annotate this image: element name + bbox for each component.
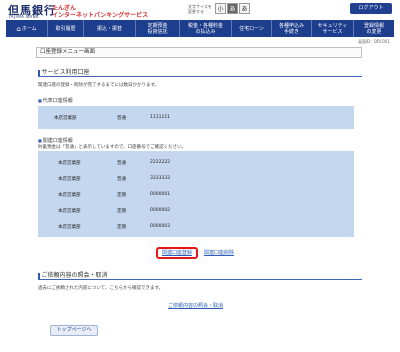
nav-label: 定期預金 投資信託 xyxy=(147,22,168,35)
top-page-button[interactable]: トップページへ xyxy=(50,325,98,336)
nav-item-home[interactable]: ⌂ ホーム xyxy=(6,20,48,37)
service-description: 関連口座の登録・削除が完了するまでには数日かかります。 xyxy=(38,83,160,88)
related-account-branch: 本店営業部 xyxy=(58,161,81,166)
nav-label: 各種申込み 手続き xyxy=(278,22,304,35)
nav-label: 登録情報 の変更 xyxy=(363,22,384,35)
related-account-branch: 本店営業部 xyxy=(58,209,81,214)
inquiry-link[interactable]: ご依頼内容の照会・取消 xyxy=(168,302,223,309)
nav-label: 振込・振替 xyxy=(96,25,122,32)
related-account-number: 3333333 xyxy=(150,176,171,181)
nav-item-application[interactable]: 各種申込み 手続き xyxy=(272,20,312,37)
inquiry-description: 過去にご依頼された内容について、こちらから確認できます。 xyxy=(38,286,164,291)
nav-label: 取引履歴 xyxy=(55,25,76,32)
fontsize-medium-button[interactable]: あ xyxy=(227,3,238,14)
related-account-box xyxy=(38,151,354,237)
bank-logo-sub: TAJIMA BANK xyxy=(8,14,40,19)
nav-label: 税金・各種料金 の払込み xyxy=(187,22,223,35)
related-account-branch: 本店営業部 xyxy=(58,193,81,198)
page-title: 口座登録メニュー画面 xyxy=(36,47,362,58)
service-name-line2: インターネットバンキングサービス xyxy=(52,12,149,19)
fontsize-label: 文字サイズを変更する xyxy=(188,4,212,14)
nav-item-transfer[interactable]: 振込・振替 xyxy=(84,20,136,37)
logout-button[interactable]: ログアウト xyxy=(350,3,392,14)
rep-account-heading: 代表口座情報 xyxy=(38,97,73,104)
section-divider xyxy=(38,76,362,77)
delete-related-account-link[interactable]: 関連口座削除 xyxy=(204,249,234,256)
rep-account-number: 1111111 xyxy=(150,115,171,120)
nav-label: 住宅ローン xyxy=(239,25,264,32)
related-account-note: 貯蓄預金は「普通」と表示していますので、口座番号でご確認ください。 xyxy=(38,145,187,150)
register-related-account-button[interactable]: 関連口座登録 xyxy=(156,247,198,259)
home-icon: ⌂ xyxy=(16,24,21,33)
nav-item-history[interactable]: 取引履歴 xyxy=(48,20,84,37)
related-account-type: 普通 xyxy=(117,161,126,166)
section-heading-service: サービス利用口座 xyxy=(38,67,90,76)
section-heading-inquiry: ご依頼内容の照会・取消 xyxy=(38,270,108,279)
rep-account-box xyxy=(38,106,354,129)
nav-item-deposit[interactable]: 定期預金 投資信託 xyxy=(136,20,180,37)
nav-item-tax[interactable]: 税金・各種料金 の払込み xyxy=(180,20,232,37)
screen-id: 画面ID：BRC001 xyxy=(357,39,390,44)
fontsize-large-button[interactable]: あ xyxy=(239,3,250,14)
related-account-number: 2222222 xyxy=(150,160,171,165)
section-divider xyxy=(38,279,362,280)
nav-item-registration[interactable]: 登録情報 の変更 xyxy=(354,20,394,37)
nav-item-loan[interactable]: 住宅ローン xyxy=(232,20,272,37)
rep-account-branch: 本店営業部 xyxy=(54,116,77,121)
nav-item-security[interactable]: セキュリティ サービス xyxy=(312,20,354,37)
related-account-heading: 関連口座情報 xyxy=(38,137,73,144)
related-account-type: 定期 xyxy=(117,193,126,198)
related-account-branch: 本店営業部 xyxy=(58,177,81,182)
related-account-number: 0000001 xyxy=(150,192,171,197)
nav-label: セキュリティ サービス xyxy=(317,22,348,35)
fontsize-small-button[interactable]: 小 xyxy=(215,3,226,14)
related-account-number: 0000002 xyxy=(150,208,171,213)
nav-label: ホーム xyxy=(21,25,37,32)
related-account-branch: 本店営業部 xyxy=(58,225,81,230)
related-account-type: 普通 xyxy=(117,177,126,182)
related-account-type: 定期 xyxy=(117,225,126,230)
rep-account-type: 普通 xyxy=(117,116,126,121)
related-account-type: 定期 xyxy=(117,209,126,214)
related-account-number: 0000003 xyxy=(150,224,171,229)
